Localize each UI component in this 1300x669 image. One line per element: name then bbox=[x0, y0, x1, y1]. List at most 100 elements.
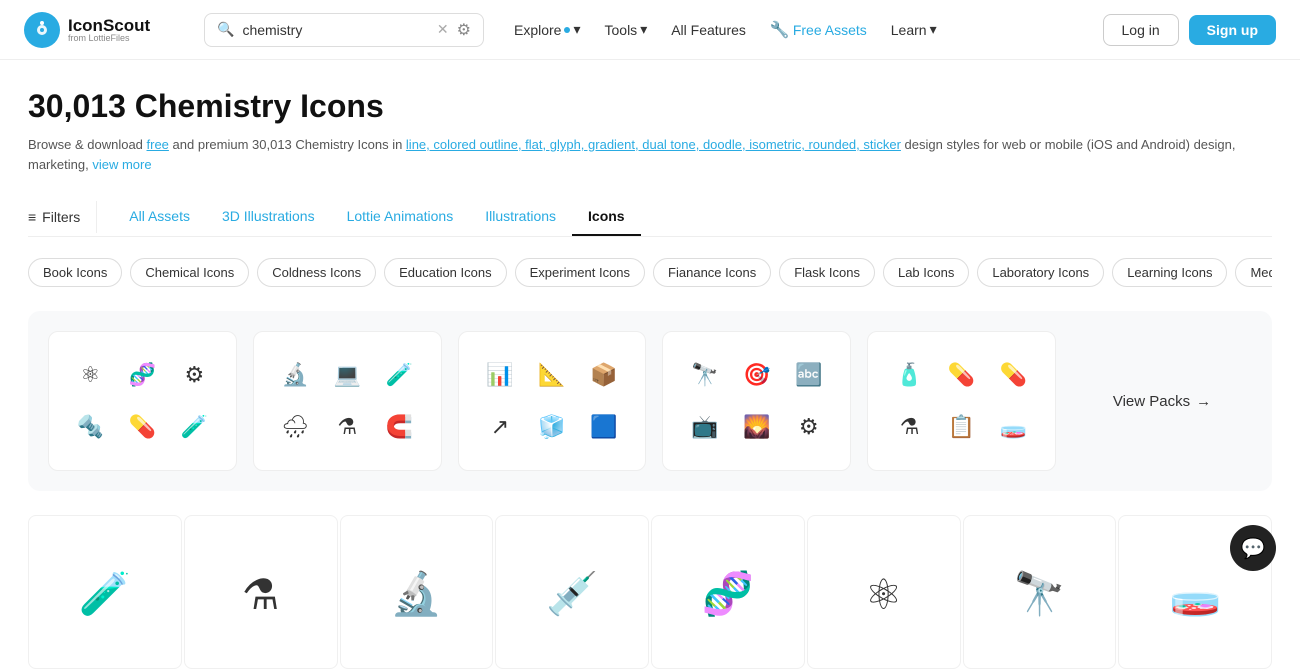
pack-4-icon-3: 🔤 bbox=[787, 353, 831, 397]
tag-learning-icons[interactable]: Learning Icons bbox=[1112, 258, 1227, 287]
pack-3-icons: 📊 📐 📦 ↗ 🧊 🟦 bbox=[478, 353, 626, 449]
search-icon: 🔍 bbox=[217, 21, 234, 38]
signup-button[interactable]: Sign up bbox=[1189, 15, 1276, 45]
pack-4-icon-5: 🌄 bbox=[735, 405, 779, 449]
pack-1-icons: ⚛ 🧬 ⚙ 🔩 💊 🧪 bbox=[68, 353, 216, 449]
chat-icon: 💬 bbox=[1241, 536, 1266, 561]
page-title: 30,013 Chemistry Icons bbox=[28, 88, 1272, 125]
icon-result-7[interactable]: 🔭 bbox=[963, 515, 1117, 669]
icon-result-2[interactable]: ⚗ bbox=[184, 515, 338, 669]
search-settings-icon[interactable]: ⚙ bbox=[457, 20, 471, 40]
nav-free-assets[interactable]: 🔧 Free Assets bbox=[760, 14, 877, 46]
pack-5-icon-6: 🧫 bbox=[992, 405, 1036, 449]
filters-button[interactable]: ≡ Filters bbox=[28, 201, 97, 233]
search-input[interactable] bbox=[242, 22, 428, 38]
packs-row: ⚛ 🧬 ⚙ 🔩 💊 🧪 🔬 💻 🧪 🌧 ⚗ 🧲 📊 📐 bbox=[28, 311, 1272, 491]
pack-5-icons: 🧴 💊 💊 ⚗ 📋 🧫 bbox=[888, 353, 1036, 449]
logo-name: IconScout bbox=[68, 17, 150, 34]
pack-1-icon-4: 🔩 bbox=[68, 405, 112, 449]
pack-card-2[interactable]: 🔬 💻 🧪 🌧 ⚗ 🧲 bbox=[253, 331, 442, 471]
tag-fianance-icons[interactable]: Fianance Icons bbox=[653, 258, 771, 287]
tag-coldness-icons[interactable]: Coldness Icons bbox=[257, 258, 376, 287]
pack-2-icon-2: 💻 bbox=[325, 353, 369, 397]
nav-all-features-label: All Features bbox=[671, 22, 746, 38]
styles-link[interactable]: line, colored outline, flat, glyph, grad… bbox=[406, 137, 901, 152]
icon-result-4[interactable]: 💉 bbox=[495, 515, 649, 669]
pack-2-icon-1: 🔬 bbox=[273, 353, 317, 397]
icons-results-grid: 🧪 ⚗ 🔬 💉 🧬 ⚛ 🔭 🧫 bbox=[28, 515, 1272, 669]
pack-4-icon-2: 🎯 bbox=[735, 353, 779, 397]
nav-explore[interactable]: Explore ▾ bbox=[504, 15, 591, 44]
tag-medical-icons[interactable]: Medical Icons bbox=[1235, 258, 1272, 287]
pack-4-icon-4: 📺 bbox=[683, 405, 727, 449]
pack-card-4[interactable]: 🔭 🎯 🔤 📺 🌄 ⚙ bbox=[662, 331, 851, 471]
pack-3-icon-1: 📊 bbox=[478, 353, 522, 397]
pack-4-icon-1: 🔭 bbox=[683, 353, 727, 397]
pack-5-icon-4: ⚗ bbox=[888, 405, 932, 449]
pack-5-icon-2: 💊 bbox=[940, 353, 984, 397]
tabs-bar: ≡ Filters All Assets 3D Illustrations Lo… bbox=[28, 198, 1272, 237]
pack-4-icons: 🔭 🎯 🔤 📺 🌄 ⚙ bbox=[683, 353, 831, 449]
clear-icon[interactable]: ✕ bbox=[437, 21, 449, 38]
pack-2-icons: 🔬 💻 🧪 🌧 ⚗ 🧲 bbox=[273, 353, 421, 449]
nav-all-features[interactable]: All Features bbox=[661, 16, 756, 44]
tab-3d-illustrations[interactable]: 3D Illustrations bbox=[206, 198, 331, 236]
search-bar[interactable]: 🔍 ✕ ⚙ bbox=[204, 13, 484, 47]
main-nav: Explore ▾ Tools ▾ All Features 🔧 Free As… bbox=[504, 14, 1083, 46]
pack-2-icon-5: ⚗ bbox=[325, 405, 369, 449]
pack-2-icon-4: 🌧 bbox=[273, 405, 317, 449]
tag-flask-icons[interactable]: Flask Icons bbox=[779, 258, 875, 287]
logo[interactable]: IconScout from LottieFiles bbox=[24, 12, 184, 48]
pack-2-icon-6: 🧲 bbox=[377, 405, 421, 449]
nav-explore-arrow: ▾ bbox=[573, 21, 580, 38]
nav-tools[interactable]: Tools ▾ bbox=[595, 15, 658, 44]
view-packs-card[interactable]: View Packs → bbox=[1072, 331, 1252, 471]
tag-lab-icons[interactable]: Lab Icons bbox=[883, 258, 969, 287]
tag-pills: Book Icons Chemical Icons Coldness Icons… bbox=[28, 257, 1272, 287]
nav-explore-label: Explore bbox=[514, 22, 561, 38]
nav-tools-arrow: ▾ bbox=[640, 21, 647, 38]
filters-label: Filters bbox=[42, 209, 80, 225]
pack-1-icon-5: 💊 bbox=[120, 405, 164, 449]
pack-3-icon-3: 📦 bbox=[582, 353, 626, 397]
chat-bubble[interactable]: 💬 bbox=[1230, 525, 1276, 571]
tab-lottie[interactable]: Lottie Animations bbox=[331, 198, 470, 236]
free-assets-icon: 🔧 bbox=[770, 20, 790, 40]
free-link[interactable]: free bbox=[147, 137, 169, 152]
nav-free-assets-label: Free Assets bbox=[793, 22, 867, 38]
pack-3-icon-5: 🧊 bbox=[530, 405, 574, 449]
logo-subtitle: from LottieFiles bbox=[68, 34, 150, 43]
tab-illustrations[interactable]: Illustrations bbox=[469, 198, 572, 236]
login-button[interactable]: Log in bbox=[1103, 14, 1179, 46]
view-packs-link[interactable]: View Packs → bbox=[1113, 393, 1211, 410]
pack-1-icon-3: ⚙ bbox=[172, 353, 216, 397]
pack-card-3[interactable]: 📊 📐 📦 ↗ 🧊 🟦 bbox=[458, 331, 647, 471]
tag-experiment-icons[interactable]: Experiment Icons bbox=[515, 258, 645, 287]
tag-laboratory-icons[interactable]: Laboratory Icons bbox=[977, 258, 1104, 287]
logo-icon bbox=[24, 12, 60, 48]
pack-1-icon-6: 🧪 bbox=[172, 405, 216, 449]
nav-tools-label: Tools bbox=[605, 22, 638, 38]
icon-result-5[interactable]: 🧬 bbox=[651, 515, 805, 669]
tag-book-icons[interactable]: Book Icons bbox=[28, 258, 122, 287]
icon-result-1[interactable]: 🧪 bbox=[28, 515, 182, 669]
tab-icons[interactable]: Icons bbox=[572, 198, 641, 236]
pack-2-icon-3: 🧪 bbox=[377, 353, 421, 397]
nav-learn[interactable]: Learn ▾ bbox=[881, 15, 947, 44]
pack-1-icon-2: 🧬 bbox=[120, 353, 164, 397]
pack-1-icon-1: ⚛ bbox=[68, 353, 112, 397]
tag-education-icons[interactable]: Education Icons bbox=[384, 258, 507, 287]
pack-4-icon-6: ⚙ bbox=[787, 405, 831, 449]
tab-all-assets[interactable]: All Assets bbox=[113, 198, 206, 236]
view-more-link[interactable]: view more bbox=[92, 157, 151, 172]
pack-5-icon-1: 🧴 bbox=[888, 353, 932, 397]
page-description: Browse & download free and premium 30,01… bbox=[28, 135, 1272, 174]
header: IconScout from LottieFiles 🔍 ✕ ⚙ Explore… bbox=[0, 0, 1300, 60]
pack-card-1[interactable]: ⚛ 🧬 ⚙ 🔩 💊 🧪 bbox=[48, 331, 237, 471]
tag-chemical-icons[interactable]: Chemical Icons bbox=[130, 258, 249, 287]
pack-card-5[interactable]: 🧴 💊 💊 ⚗ 📋 🧫 bbox=[867, 331, 1056, 471]
pack-3-icon-2: 📐 bbox=[530, 353, 574, 397]
icon-result-3[interactable]: 🔬 bbox=[340, 515, 494, 669]
icon-result-6[interactable]: ⚛ bbox=[807, 515, 961, 669]
pack-3-icon-4: ↗ bbox=[478, 405, 522, 449]
